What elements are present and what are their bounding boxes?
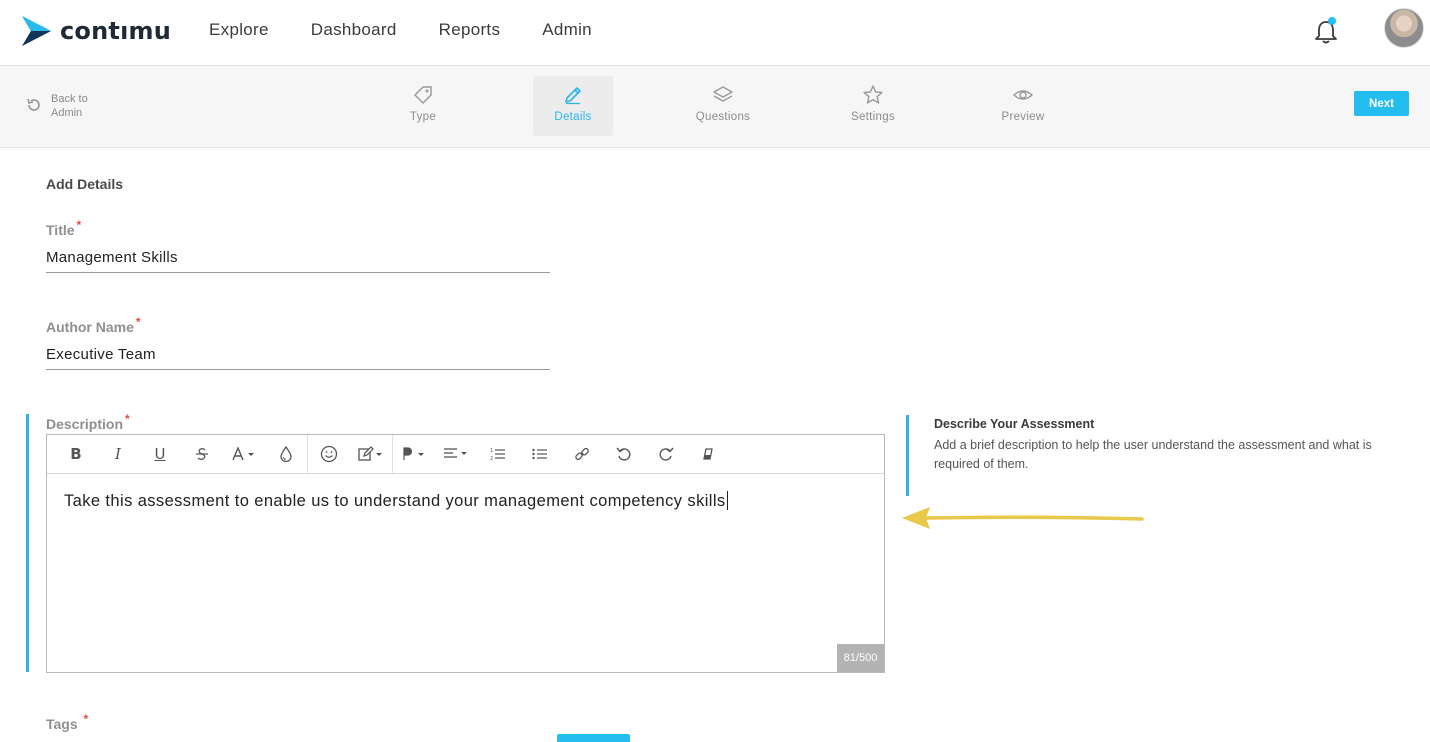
title-label-text: Title [46,222,75,238]
bold-icon[interactable]: B [55,435,97,473]
background-color-icon[interactable] [265,435,307,473]
step-preview-label: Preview [1001,111,1045,123]
top-navigation-bar: contımu Explore Dashboard Reports Admin [0,0,1430,66]
step-settings-label: Settings [851,111,895,123]
eye-icon [1012,90,1034,100]
undo-arrow-icon [27,98,40,111]
redo-icon[interactable] [645,435,687,473]
brand-name: contımu [60,17,171,45]
add-tag-button[interactable] [557,734,630,742]
next-button[interactable]: Next [1354,91,1409,116]
focus-indicator [26,414,29,672]
author-label-text: Author Name [46,319,134,335]
unordered-list-icon[interactable] [519,435,561,473]
wizard-stepper: Back to Admin Type Details Questions Set… [0,66,1430,148]
author-label: Author Name * [46,315,141,335]
user-avatar[interactable] [1384,8,1424,48]
clear-formatting-icon[interactable] [687,435,729,473]
annotation-arrow-icon [902,507,1144,529]
underline-icon[interactable]: U [139,435,181,473]
link-icon[interactable] [561,435,603,473]
back-to-admin-link[interactable]: Back to Admin [26,92,95,120]
svg-text:2: 2 [490,456,493,461]
nav-dashboard[interactable]: Dashboard [311,20,397,40]
help-indicator [906,415,909,496]
description-label: Description * [46,412,130,432]
step-type-label: Type [409,111,437,123]
step-questions[interactable]: Questions [683,76,763,136]
tags-label-text: Tags [46,716,78,732]
step-settings[interactable]: Settings [833,76,913,136]
logo-mark-icon [22,16,51,46]
section-title: Add Details [46,176,124,192]
title-input[interactable] [46,243,550,273]
nav-admin[interactable]: Admin [542,20,592,40]
tags-label: Tags * [46,712,88,732]
required-mark: * [125,412,130,426]
required-mark: * [76,218,82,232]
editor-toolbar: B I U 12 [47,435,884,474]
description-text[interactable]: Take this assessment to enable us to und… [64,491,728,511]
undo-icon[interactable] [603,435,645,473]
font-color-dropdown-icon[interactable] [223,435,265,473]
description-editor[interactable]: B I U 12 Take this assessment to enable … [46,434,885,673]
tag-icon [414,86,432,104]
description-label-text: Description [46,416,124,432]
required-mark: * [135,315,141,329]
step-type[interactable]: Type [383,76,463,136]
help-text: Add a brief description to help the user… [934,438,1372,471]
nav-explore[interactable]: Explore [209,20,269,40]
insert-edit-dropdown-icon[interactable] [350,435,392,473]
paragraph-format-icon[interactable] [393,435,435,473]
nav-reports[interactable]: Reports [439,20,501,40]
strikethrough-icon[interactable] [181,435,223,473]
step-preview[interactable]: Preview [983,76,1063,136]
svg-text:1: 1 [490,448,493,454]
emoji-icon[interactable] [308,435,350,473]
align-dropdown-icon[interactable] [435,435,477,473]
star-icon [863,85,883,104]
back-label: Back to Admin [51,93,88,119]
step-details[interactable]: Details [533,76,613,136]
title-label: Title * [46,218,81,238]
text-caret [726,491,728,510]
brand-logo[interactable]: contımu [20,14,171,48]
help-title: Describe Your Assessment [934,417,1095,431]
step-details-label: Details [554,111,592,123]
pencil-icon [565,87,581,105]
ordered-list-icon[interactable]: 12 [477,435,519,473]
layers-icon [713,86,733,102]
bell-icon[interactable] [1312,16,1340,46]
description-value: Take this assessment to enable us to und… [64,492,726,510]
required-mark: * [83,712,89,726]
italic-icon[interactable]: I [97,435,139,473]
step-questions-label: Questions [695,111,751,123]
main-nav: Explore Dashboard Reports Admin [209,20,592,40]
author-input[interactable] [46,340,550,370]
character-counter: 81/500 [837,644,884,672]
